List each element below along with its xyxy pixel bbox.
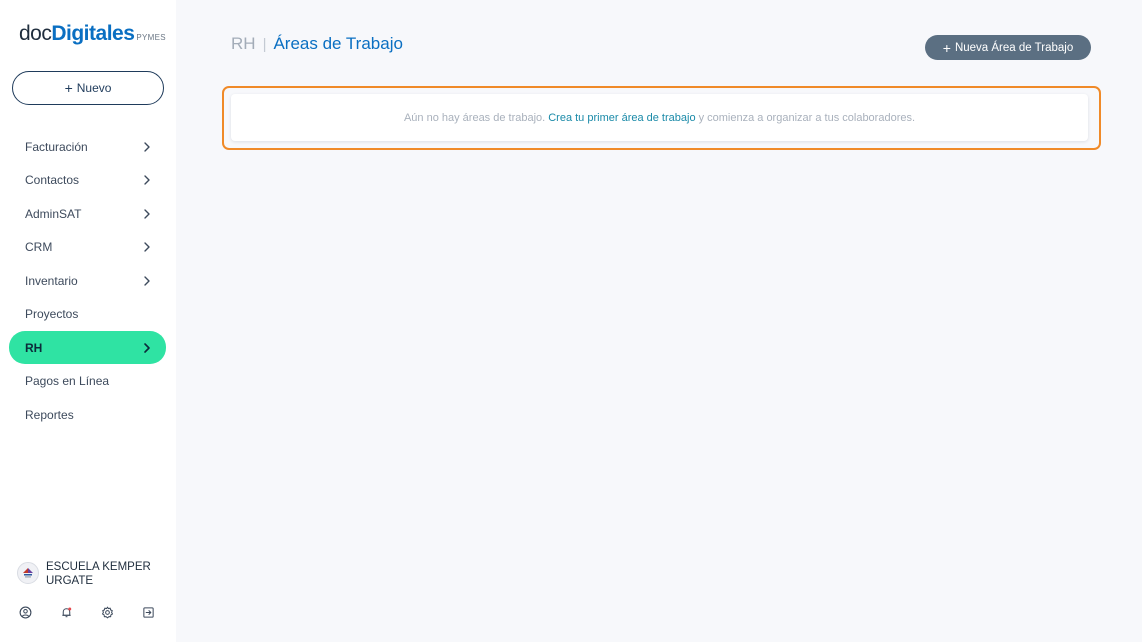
brand-logo[interactable]: doc Digitales PYMES bbox=[19, 22, 166, 48]
sidebar-item-adminsat[interactable]: AdminSAT bbox=[9, 197, 166, 230]
sidebar-item-label: CRM bbox=[25, 240, 53, 254]
sidebar: doc Digitales PYMES + Nuevo Facturación … bbox=[0, 0, 176, 642]
brand-logo-part-pymes: PYMES bbox=[136, 33, 166, 42]
bell-icon[interactable] bbox=[58, 604, 74, 620]
sidebar-item-label: Facturación bbox=[25, 139, 88, 154]
sidebar-item-proyectos[interactable]: Proyectos bbox=[9, 298, 166, 331]
breadcrumb-separator: | bbox=[262, 35, 267, 53]
sidebar-item-label: Reportes bbox=[25, 407, 74, 422]
app: doc Digitales PYMES + Nuevo Facturación … bbox=[0, 0, 1142, 642]
new-work-area-button[interactable]: + Nueva Área de Trabajo bbox=[925, 35, 1091, 60]
chevron-right-icon bbox=[141, 141, 153, 153]
sidebar-item-label: RH bbox=[25, 340, 43, 355]
chevron-right-icon bbox=[141, 275, 153, 287]
chevron-right-icon bbox=[141, 342, 153, 354]
breadcrumb: RH | Áreas de Trabajo bbox=[231, 34, 403, 54]
page-title: Áreas de Trabajo bbox=[273, 34, 403, 53]
breadcrumb-section[interactable]: RH bbox=[231, 34, 256, 54]
sidebar-item-facturacion[interactable]: Facturación bbox=[9, 130, 166, 163]
sidebar-item-inventario[interactable]: Inventario bbox=[9, 264, 166, 297]
company-switcher[interactable]: ESCUELA KEMPER URGATE bbox=[17, 560, 156, 588]
sidebar-item-label: Inventario bbox=[25, 273, 78, 288]
create-first-area-link[interactable]: Crea tu primer área de trabajo bbox=[548, 112, 695, 124]
company-name: ESCUELA KEMPER URGATE bbox=[46, 561, 151, 587]
chevron-right-icon bbox=[141, 174, 153, 186]
empty-state-text-suffix: y comienza a organizar a tus colaborador… bbox=[698, 111, 916, 124]
new-work-area-button-label: Nueva Área de Trabajo bbox=[954, 41, 1074, 54]
sidebar-item-crm[interactable]: CRM bbox=[9, 231, 166, 264]
gear-icon[interactable] bbox=[100, 604, 116, 620]
sidebar-item-label: Contactos bbox=[25, 173, 80, 187]
empty-state-text: Aún no hay áreas de trabajo. bbox=[403, 111, 546, 124]
sidebar-item-contactos[interactable]: Contactos bbox=[9, 164, 166, 197]
logout-icon[interactable] bbox=[141, 604, 157, 620]
brand-logo-part-doc: doc bbox=[19, 22, 52, 45]
brand-logo-part-digitales: Digitales bbox=[51, 22, 135, 45]
sidebar-nav: Facturación Contactos AdminSAT CRM Inven… bbox=[9, 130, 166, 432]
sidebar-item-label: Pagos en Línea bbox=[25, 374, 110, 388]
new-button[interactable]: + Nuevo bbox=[12, 71, 164, 105]
sidebar-item-rh[interactable]: RH bbox=[9, 331, 166, 364]
sidebar-item-reportes[interactable]: Reportes bbox=[9, 398, 166, 431]
company-logo-icon bbox=[17, 562, 39, 584]
chevron-right-icon bbox=[141, 241, 153, 253]
empty-state-card: Aún no hay áreas de trabajo. Crea tu pri… bbox=[231, 94, 1088, 141]
plus-icon: + bbox=[942, 39, 951, 56]
sidebar-footer bbox=[17, 604, 157, 620]
sidebar-item-label: Proyectos bbox=[25, 307, 79, 321]
sidebar-item-label: AdminSAT bbox=[25, 206, 82, 221]
chevron-right-icon bbox=[141, 208, 153, 220]
sidebar-item-pagos-en-linea[interactable]: Pagos en Línea bbox=[9, 365, 166, 398]
user-circle-icon[interactable] bbox=[17, 604, 33, 620]
plus-icon: + bbox=[64, 80, 73, 96]
new-button-label: Nuevo bbox=[76, 81, 112, 95]
